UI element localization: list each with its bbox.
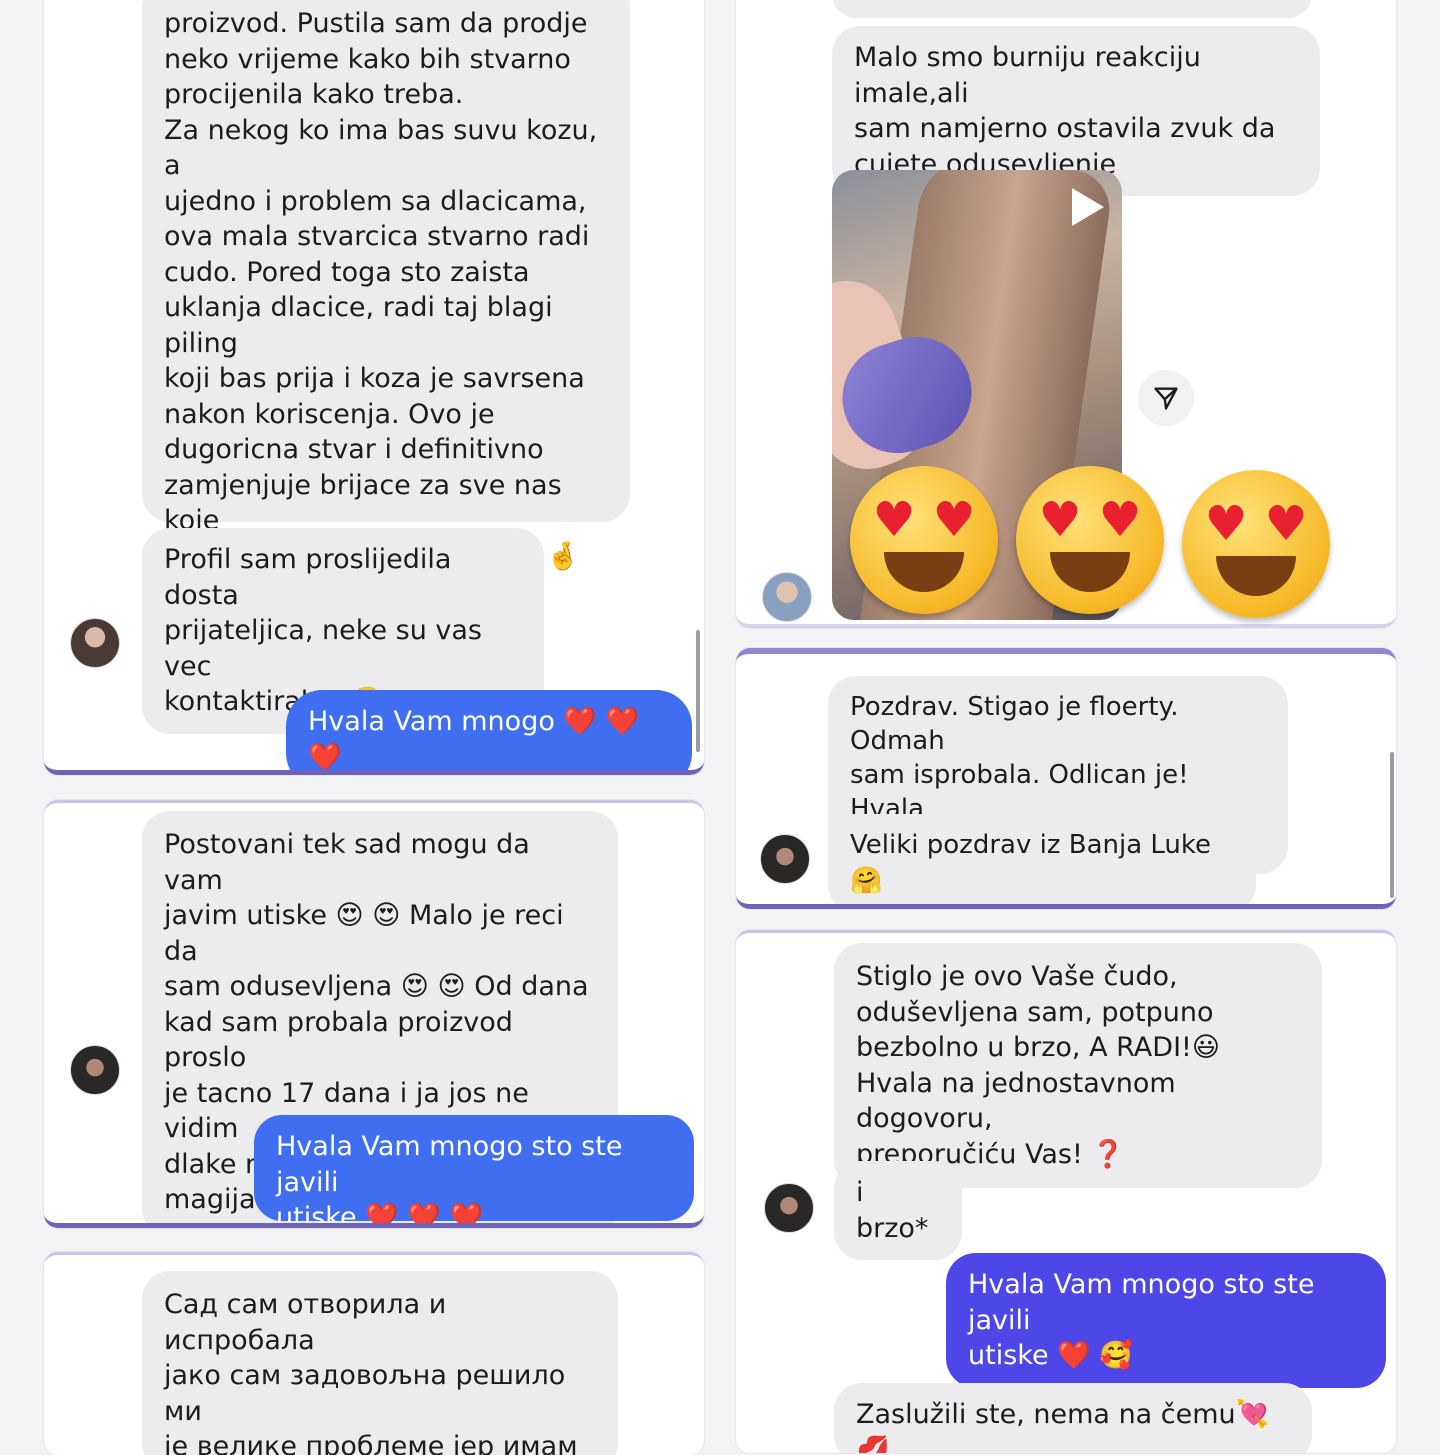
avatar[interactable]	[764, 1183, 814, 1233]
chat-card-3: Postovani tek sad mogu da vam javim utis…	[44, 800, 704, 1228]
incoming-message: i brzo*	[834, 1161, 962, 1260]
incoming-message: Zaslužili ste, nema na čemu💘 💋	[834, 1383, 1312, 1453]
chat-card-6: Stiglo je ovo Vaše čudo, oduševljena sam…	[736, 930, 1396, 1453]
avatar[interactable]	[760, 834, 810, 884]
outgoing-message: Hvala Vam mnogo ❤️ ❤️ ❤️	[286, 690, 692, 770]
avatar[interactable]	[762, 572, 812, 622]
avatar[interactable]	[70, 618, 120, 668]
chat-card-5: Сад сам отворила и испробала јако сам за…	[44, 1252, 704, 1455]
scrollbar[interactable]	[696, 630, 700, 752]
send-icon	[1154, 387, 1178, 410]
incoming-message-top	[832, 0, 1312, 18]
avatar[interactable]	[70, 1045, 120, 1095]
incoming-message: Veliki pozdrav iz Banja Luke 🤗	[828, 814, 1256, 904]
chat-card-4: Pozdrav. Stigao je floerty. Odmah sam is…	[736, 648, 1396, 909]
heart-eyes-emoji: ♥ ♥	[850, 466, 998, 614]
play-icon[interactable]	[1072, 188, 1104, 226]
incoming-message: Сад сам отворила и испробала јако сам за…	[142, 1271, 618, 1455]
scrollbar[interactable]	[1390, 752, 1394, 898]
outgoing-message: Hvala Vam mnogo sto ste javili utiske ❤️…	[946, 1253, 1386, 1388]
incoming-message: proizvod. Pustila sam da prodje neko vri…	[142, 0, 630, 643]
outgoing-message: Hvala Vam mnogo sto ste javili utiske ❤️…	[254, 1115, 694, 1223]
chat-card-1: proizvod. Pustila sam da prodje neko vri…	[44, 0, 704, 775]
heart-eyes-emoji: ♥ ♥	[1016, 466, 1164, 614]
share-button[interactable]	[1138, 370, 1194, 426]
heart-eyes-emoji: ♥ ♥	[1182, 470, 1330, 618]
incoming-message: Stiglo je ovo Vaše čudo, oduševljena sam…	[834, 943, 1322, 1188]
